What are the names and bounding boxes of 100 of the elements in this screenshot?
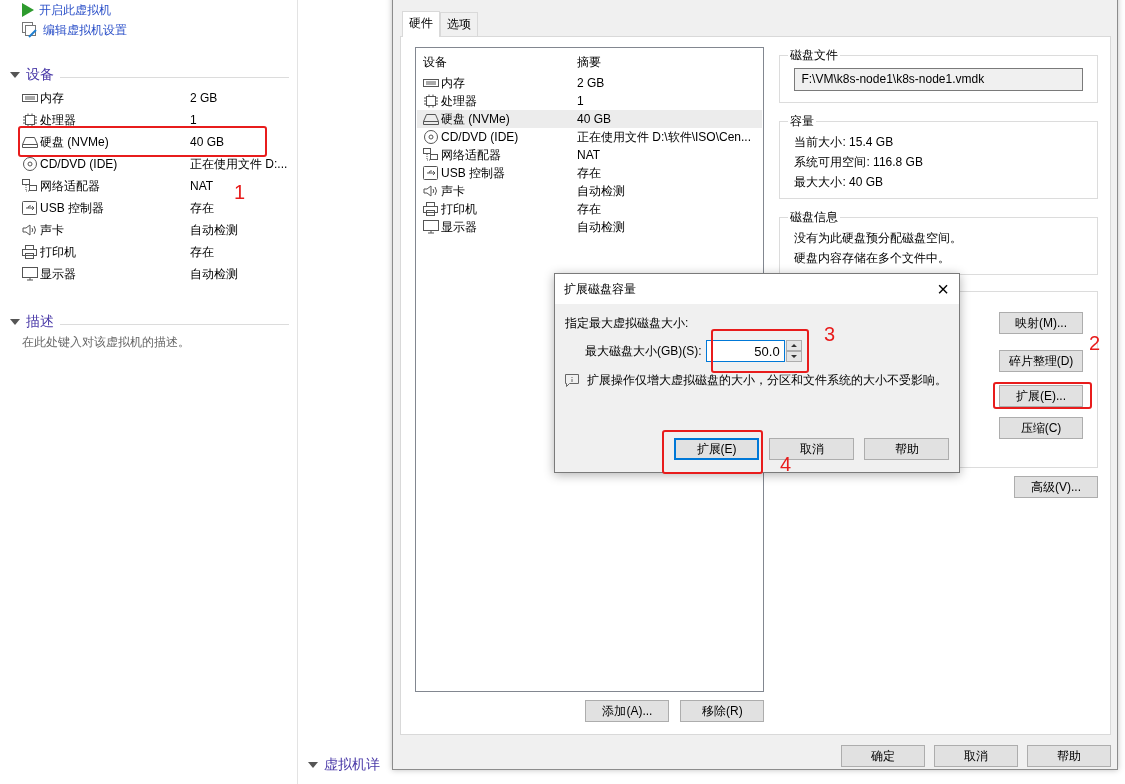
device-row[interactable]: 处理器 1 (417, 92, 763, 110)
info-text: 硬盘内容存储在多个文件中。 (793, 250, 952, 267)
tab[interactable]: 硬件 (402, 11, 440, 37)
monitor-icon (423, 220, 439, 234)
device-value: 自动检测 (190, 265, 238, 283)
path-field[interactable]: F:\VM\k8s-node1\k8s-node1.vmdk (794, 68, 1083, 91)
device-summary: 存在 (577, 200, 602, 218)
edit-settings-icon (22, 22, 38, 38)
play-icon (22, 3, 34, 17)
action-link[interactable]: 编辑虚拟机设置 (43, 21, 127, 39)
device-value: 存在 (190, 199, 214, 217)
network-icon (22, 179, 38, 193)
device-name: 内存 (441, 74, 465, 92)
step-number: 1 (234, 182, 246, 202)
column-header[interactable]: 设备 (423, 53, 577, 71)
device-name: 内存 (40, 89, 64, 107)
size-label: 最大磁盘大小(GB)(S): (585, 342, 702, 360)
info-text: 没有为此硬盘预分配磁盘空间。 (793, 230, 964, 247)
disc-icon (423, 130, 439, 144)
device-name: 网络适配器 (441, 146, 501, 164)
action-link[interactable]: 开启此虚拟机 (39, 1, 111, 19)
device-value: 正在使用文件 D:... (190, 155, 288, 173)
device-summary: 存在 (577, 164, 602, 182)
printer-icon (423, 202, 439, 216)
advanced-button[interactable]: 高级(V)... (1014, 476, 1098, 498)
device-value: 2 GB (190, 91, 218, 105)
section-title: 描述 (26, 313, 54, 331)
device-row[interactable]: 内存 2 GB (417, 74, 763, 92)
usb-icon (423, 166, 439, 180)
device-value: 40 GB (190, 135, 225, 149)
dialog-button[interactable]: 帮助 (1027, 745, 1111, 767)
device-summary: 2 GB (577, 76, 606, 90)
device-name: CD/DVD (IDE) (40, 157, 118, 171)
device-value: 自动检测 (190, 221, 238, 239)
device-summary: 正在使用文件 D:\软件\ISO\Cen... (577, 128, 753, 146)
info-icon (565, 374, 579, 387)
device-name: 显示器 (441, 218, 477, 236)
device-row[interactable]: CD/DVD (IDE) 正在使用文件 D:\软件\ISO\Cen... (417, 128, 763, 146)
printer-icon (22, 245, 38, 259)
step-number: 2 (1089, 333, 1101, 353)
info-text: 系统可用空间: 116.8 GB (793, 154, 924, 171)
chip-icon (423, 94, 439, 108)
device-row[interactable]: 硬盘 (NVMe) 40 GB (417, 110, 763, 128)
device-name: 显示器 (40, 265, 76, 283)
tab[interactable]: 选项 (440, 12, 478, 36)
disk-utility-button[interactable]: 压缩(C) (999, 417, 1083, 439)
device-name: 硬盘 (NVMe) (40, 133, 109, 151)
device-summary: NAT (577, 148, 602, 162)
collapse-arrow-icon[interactable] (308, 762, 318, 768)
section-title: 设备 (26, 66, 54, 84)
collapse-arrow-icon[interactable] (10, 319, 20, 325)
info-text: 当前大小: 15.4 GB (793, 134, 895, 151)
column-header[interactable]: 摘要 (577, 53, 763, 71)
close-button[interactable]: × (937, 279, 949, 299)
disc-icon (22, 157, 38, 171)
device-row[interactable]: 打印机 存在 (417, 200, 763, 218)
memory-icon (423, 76, 439, 90)
group-title: 磁盘文件 (789, 47, 840, 64)
device-name: 声卡 (40, 221, 64, 239)
disk-utility-button[interactable]: 碎片整理(D) (999, 350, 1083, 372)
device-summary: 自动检测 (577, 218, 626, 236)
device-name: CD/DVD (IDE) (441, 130, 519, 144)
list-button[interactable]: 添加(A)... (585, 700, 670, 722)
device-name: 打印机 (441, 200, 477, 218)
dialog-button[interactable]: 帮助 (864, 438, 949, 460)
usb-icon (22, 201, 38, 215)
device-name: USB 控制器 (40, 199, 104, 217)
device-name: 处理器 (40, 111, 76, 129)
device-summary: 40 GB (577, 112, 613, 126)
device-name: 处理器 (441, 92, 477, 110)
device-row[interactable]: 显示器 自动检测 (417, 218, 763, 236)
dialog-button[interactable]: 确定 (841, 745, 925, 767)
speaker-icon (22, 223, 38, 237)
group-title: 容量 (789, 113, 816, 130)
device-value: NAT (190, 179, 214, 193)
dialog-button[interactable]: 扩展(E) (674, 438, 759, 460)
description-text[interactable]: 在此处键入对该虚拟机的描述。 (0, 334, 289, 351)
spin-buttons-icon[interactable] (785, 340, 802, 362)
monitor-icon (22, 267, 38, 281)
device-row[interactable]: 声卡 自动检测 (417, 182, 763, 200)
network-icon (423, 148, 439, 162)
size-input[interactable]: 50.0 (705, 340, 785, 362)
device-name: 声卡 (441, 182, 465, 200)
device-name: 打印机 (40, 243, 76, 261)
device-name: 硬盘 (NVMe) (441, 110, 510, 128)
disk-utility-button[interactable]: 扩展(E)... (999, 385, 1083, 407)
group-title: 磁盘信息 (789, 209, 840, 226)
dialog-button[interactable]: 取消 (934, 745, 1018, 767)
info-text: 最大大小: 40 GB (793, 174, 885, 191)
device-row[interactable]: USB 控制器 存在 (417, 164, 763, 182)
section-title: 虚拟机详 (324, 756, 380, 774)
prompt-text: 指定最大虚拟磁盘大小: (565, 315, 690, 332)
memory-icon (22, 91, 38, 105)
step-number: 3 (824, 324, 836, 344)
device-row[interactable]: 网络适配器 NAT (417, 146, 763, 164)
disk-utility-button[interactable]: 映射(M)... (999, 312, 1083, 334)
chip-icon (22, 113, 38, 127)
list-button[interactable]: 移除(R) (680, 700, 765, 722)
collapse-arrow-icon[interactable] (10, 72, 20, 78)
device-name: USB 控制器 (441, 164, 505, 182)
